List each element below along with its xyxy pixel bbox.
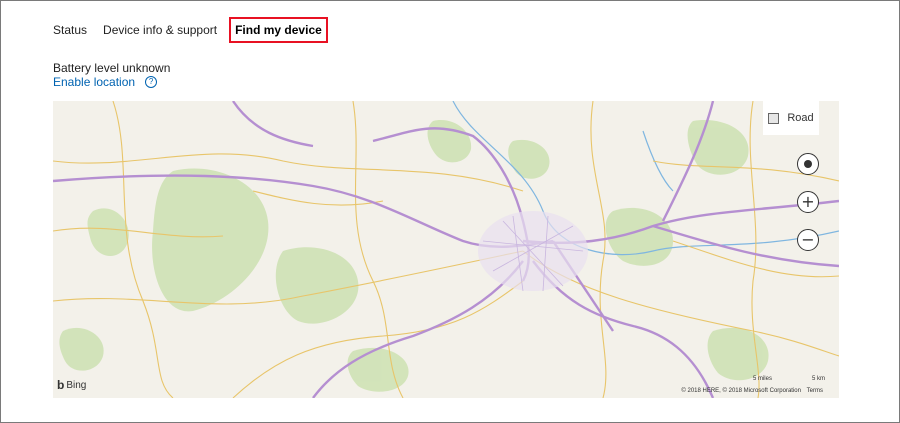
tab-status[interactable]: Status: [53, 23, 87, 37]
map-scale: 5 miles 5 km: [753, 376, 825, 382]
zoom-out-button[interactable]: −: [797, 229, 819, 251]
plus-icon: +: [801, 192, 815, 211]
locate-icon: [804, 160, 812, 168]
tab-bar: Status Device info & support Find my dev…: [53, 17, 344, 43]
help-icon[interactable]: ?: [145, 76, 158, 88]
road-style-label: Road: [787, 112, 814, 124]
road-style-icon: [768, 112, 780, 124]
battery-status-text: Battery level unknown: [53, 61, 171, 75]
map-copyright: © 2018 HERE, © 2018 Microsoft Corporatio…: [681, 388, 823, 394]
scale-km: 5 km: [811, 376, 825, 382]
map-canvas: [53, 101, 839, 398]
copyright-text: © 2018 HERE, © 2018 Microsoft Corporatio…: [681, 388, 801, 394]
enable-location-link[interactable]: Enable location: [53, 75, 135, 89]
map-view[interactable]: Road + − b Bing 5 miles 5 km © 2018 HERE…: [53, 101, 839, 398]
terms-link[interactable]: Terms: [807, 388, 823, 394]
map-style-button[interactable]: Road: [763, 101, 819, 135]
zoom-in-button[interactable]: +: [797, 191, 819, 213]
scale-miles: 5 miles: [752, 376, 772, 382]
enable-location-row: Enable location ?: [53, 75, 158, 89]
bing-logo: b Bing: [57, 378, 86, 392]
tab-find-my-device[interactable]: Find my device: [229, 17, 328, 43]
bing-label: Bing: [66, 379, 87, 391]
tab-device-info-support[interactable]: Device info & support: [103, 23, 217, 37]
bing-b-icon: b: [57, 378, 65, 392]
locate-me-button[interactable]: [797, 153, 819, 175]
minus-icon: −: [801, 230, 815, 249]
